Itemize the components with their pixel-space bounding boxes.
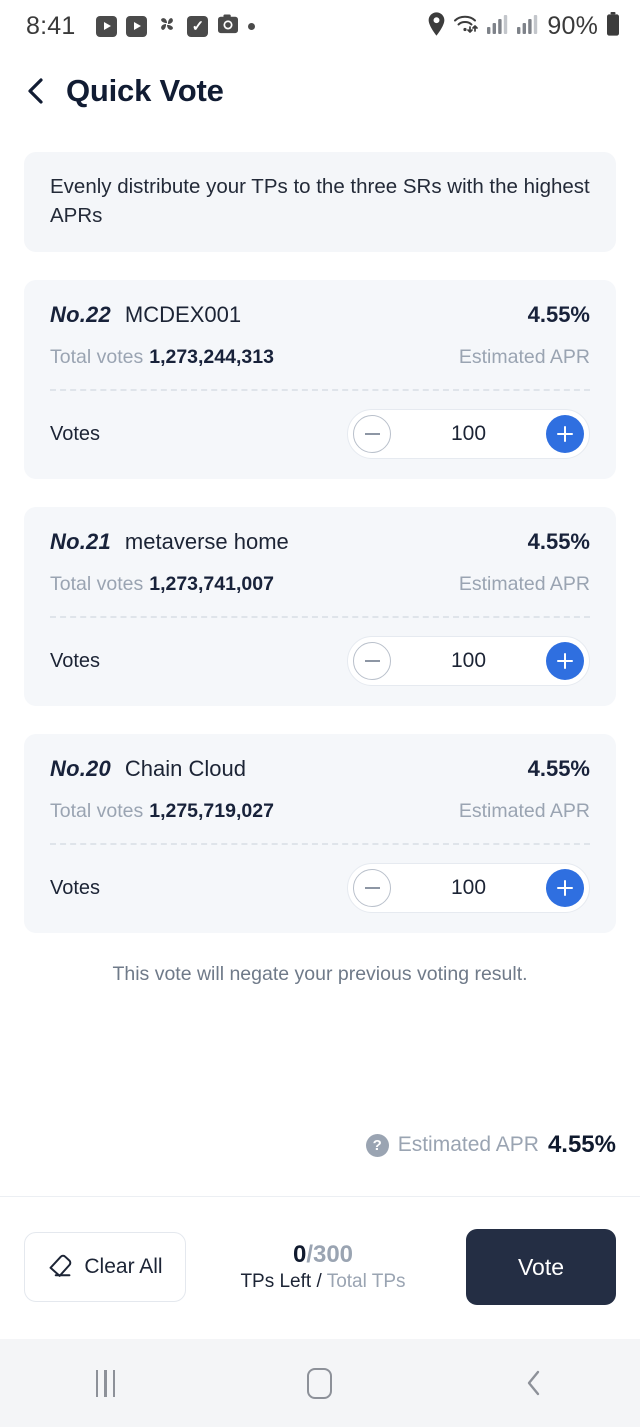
sr-card-subline: Total votes 1,273,244,313 Estimated APR <box>50 346 590 369</box>
wifi-icon <box>453 13 479 40</box>
sr-card-header: No.20 Chain Cloud 4.55% <box>50 756 590 782</box>
sr-card[interactable]: No.22 MCDEX001 4.55% Total votes 1,273,24… <box>24 280 616 480</box>
negate-note: This vote will negate your previous voti… <box>112 963 528 986</box>
page-header: Quick Vote <box>0 52 640 130</box>
clear-all-button[interactable]: Clear All <box>24 1232 186 1302</box>
camera-icon <box>217 13 239 39</box>
vote-button[interactable]: Vote <box>466 1229 616 1305</box>
chevron-left-icon[interactable] <box>24 76 46 106</box>
eraser-icon <box>47 1252 74 1282</box>
tps-total-value: /300 <box>306 1240 354 1268</box>
sr-identity: No.20 Chain Cloud <box>50 756 246 782</box>
total-votes-label: Total votes <box>50 573 144 596</box>
battery-icon <box>606 11 620 41</box>
sr-votes-row: Votes 100 <box>50 636 590 687</box>
votes-input[interactable]: 100 <box>391 422 546 446</box>
votes-label: Votes <box>50 422 101 445</box>
sr-name: MCDEX001 <box>124 302 242 328</box>
total-votes-group: Total votes 1,273,741,007 <box>50 573 274 596</box>
sr-apr-value: 4.55% <box>527 302 590 328</box>
votes-input[interactable]: 100 <box>391 876 546 900</box>
info-banner: Evenly distribute your TPs to the three … <box>24 152 616 253</box>
tps-caption-separator: / <box>311 1271 327 1293</box>
votes-stepper[interactable]: 100 <box>347 863 590 914</box>
sr-identity: No.22 MCDEX001 <box>50 302 241 328</box>
total-votes-label: Total votes <box>50 800 144 823</box>
increment-button[interactable] <box>546 642 584 681</box>
recents-icon[interactable] <box>95 1369 116 1397</box>
votes-stepper[interactable]: 100 <box>347 409 590 460</box>
sr-name: metaverse home <box>124 529 289 555</box>
votes-label: Votes <box>50 876 101 899</box>
tps-counter: 0/300 TPs Left / Total TPs <box>186 1241 466 1294</box>
question-mark-icon[interactable]: ? <box>365 1133 389 1157</box>
increment-button[interactable] <box>546 869 584 908</box>
votes-input[interactable]: 100 <box>391 649 546 673</box>
card-divider <box>50 843 590 846</box>
back-chevron-icon[interactable] <box>524 1369 544 1397</box>
sr-votes-row: Votes 100 <box>50 863 590 914</box>
signal-bars-icon-2 <box>517 14 539 39</box>
sr-card-header: No.21 metaverse home 4.55% <box>50 529 590 555</box>
estimated-apr-label: Estimated APR <box>458 346 590 369</box>
sr-votes-row: Votes 100 <box>50 409 590 460</box>
estimated-apr-summary-value: 4.55% <box>547 1131 616 1158</box>
video-play-icon <box>96 15 118 37</box>
votes-label: Votes <box>50 649 101 672</box>
status-bar-right: 90% <box>428 11 620 41</box>
sr-identity: No.21 metaverse home <box>50 529 289 555</box>
total-votes-group: Total votes 1,273,244,313 <box>50 346 274 369</box>
page-title: Quick Vote <box>66 73 224 108</box>
increment-button[interactable] <box>546 415 584 454</box>
bottom-action-bar: Clear All 0/300 TPs Left / Total TPs Vot… <box>0 1196 640 1337</box>
sr-card[interactable]: No.21 metaverse home 4.55% Total votes 1,… <box>24 507 616 707</box>
estimated-apr-summary-label: Estimated APR <box>397 1133 539 1156</box>
main-content: Evenly distribute your TPs to the three … <box>0 152 640 986</box>
total-votes-group: Total votes 1,275,719,027 <box>50 800 274 823</box>
battery-percent: 90% <box>547 11 598 40</box>
status-bar-left: 8:41 ✓ <box>26 12 428 41</box>
location-pin-icon <box>428 11 445 41</box>
card-divider <box>50 389 590 392</box>
sr-card-header: No.22 MCDEX001 4.55% <box>50 302 590 328</box>
pinwheel-icon <box>156 13 178 40</box>
decrement-button[interactable] <box>353 415 391 454</box>
signal-bars-icon <box>487 14 509 39</box>
tps-numbers: 0/300 <box>186 1241 460 1269</box>
video-play-icon-2 <box>126 15 148 37</box>
decrement-button[interactable] <box>353 869 391 908</box>
home-icon[interactable] <box>307 1367 333 1399</box>
status-bar: 8:41 ✓ 90% <box>0 0 640 52</box>
tps-total-label: Total TPs <box>326 1271 406 1293</box>
sr-card-subline: Total votes 1,273,741,007 Estimated APR <box>50 573 590 596</box>
tps-left-label: TPs Left <box>240 1271 312 1293</box>
android-nav-bar <box>0 1339 640 1427</box>
decrement-button[interactable] <box>353 642 391 681</box>
sr-rank: No.22 <box>50 302 111 328</box>
total-votes-value: 1,273,741,007 <box>149 573 274 596</box>
total-votes-value: 1,275,719,027 <box>149 800 274 823</box>
estimated-apr-label: Estimated APR <box>458 573 590 596</box>
tps-caption: TPs Left / Total TPs <box>186 1271 460 1293</box>
dot-icon <box>248 22 256 30</box>
sr-name: Chain Cloud <box>124 756 246 782</box>
total-votes-value: 1,273,244,313 <box>149 346 274 369</box>
sr-card-subline: Total votes 1,275,719,027 Estimated APR <box>50 800 590 823</box>
tps-left-value: 0 <box>292 1240 307 1268</box>
sr-card[interactable]: No.20 Chain Cloud 4.55% Total votes 1,275… <box>24 734 616 934</box>
sr-apr-value: 4.55% <box>527 529 590 555</box>
checkbox-icon: ✓ <box>187 15 209 37</box>
clear-all-label: Clear All <box>84 1255 163 1278</box>
estimated-apr-label: Estimated APR <box>458 800 590 823</box>
estimated-apr-summary: ? Estimated APR 4.55% <box>365 1131 616 1159</box>
votes-stepper[interactable]: 100 <box>347 636 590 687</box>
sr-apr-value: 4.55% <box>527 756 590 782</box>
status-time: 8:41 <box>26 11 76 40</box>
total-votes-label: Total votes <box>50 346 144 369</box>
sr-rank: No.20 <box>50 756 111 782</box>
card-divider <box>50 616 590 619</box>
sr-rank: No.21 <box>50 529 111 555</box>
